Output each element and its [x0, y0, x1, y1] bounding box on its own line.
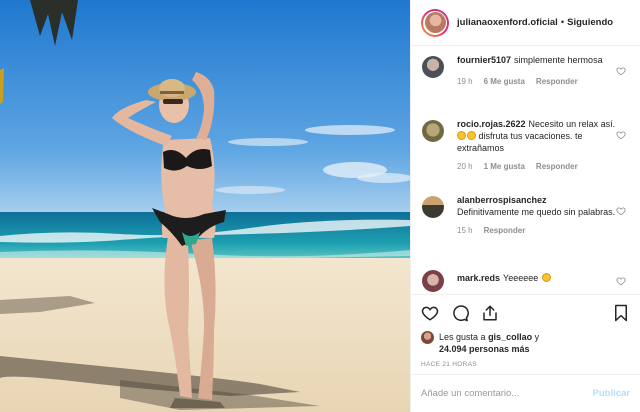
- comment-like-count[interactable]: 1 Me gusta: [484, 161, 525, 173]
- comment-like-count[interactable]: 6 Me gusta: [484, 76, 525, 88]
- comment-username[interactable]: fournier5107: [457, 55, 511, 65]
- comment-text: Definitivamente me quedo sin palabras.: [457, 207, 616, 217]
- commenter-avatar[interactable]: [422, 196, 444, 218]
- header-separator: •: [560, 17, 565, 28]
- heart-icon[interactable]: [421, 304, 439, 322]
- comment-username[interactable]: mark.reds: [457, 273, 500, 283]
- likes-text: Les gusta a gis_collao y 24.094 personas…: [439, 331, 549, 355]
- comment-username[interactable]: rocio.rojas.2622: [457, 119, 526, 129]
- comment-item: mark.reds Yeeeeee: [411, 268, 640, 292]
- share-icon[interactable]: [481, 304, 499, 322]
- add-comment-bar: Publicar: [411, 374, 640, 412]
- comment-text: Yeeeeee: [503, 273, 539, 283]
- post-header: julianaoxenford.oficial • Siguiendo: [411, 0, 640, 46]
- commenter-avatar[interactable]: [422, 120, 444, 142]
- likes-summary: Les gusta a gis_collao y 24.094 personas…: [421, 331, 630, 355]
- comment-time[interactable]: 20 h: [457, 161, 473, 173]
- liker-username[interactable]: gis_collao: [488, 332, 532, 342]
- comment-body: mark.reds Yeeeeee: [457, 272, 622, 292]
- commenter-avatar[interactable]: [422, 270, 444, 292]
- heart-icon[interactable]: [616, 130, 626, 140]
- story-ring[interactable]: [421, 8, 449, 37]
- following-button[interactable]: Siguiendo: [567, 17, 613, 28]
- comment-body: fournier5107 simplemente hermosa 19 h 6 M…: [457, 54, 622, 88]
- emoji-icon: [467, 131, 476, 140]
- post-timestamp[interactable]: HACE 21 HORAS: [421, 361, 630, 368]
- heart-icon[interactable]: [616, 206, 626, 216]
- comment-text: Necesito un relax así.: [528, 119, 616, 129]
- comment-item: fournier5107 simplemente hermosa 19 h 6 M…: [411, 54, 640, 88]
- comment-item: rocio.rojas.2622 Necesito un relax así. d…: [411, 118, 640, 173]
- liker-avatar[interactable]: [421, 331, 434, 344]
- comment-text: simplemente hermosa: [514, 55, 603, 65]
- post-actions: Les gusta a gis_collao y 24.094 personas…: [411, 294, 640, 368]
- reply-button[interactable]: Responder: [484, 225, 526, 237]
- author-username[interactable]: julianaoxenford.oficial: [457, 17, 558, 28]
- avatar-frame: [423, 10, 447, 35]
- comment-body: rocio.rojas.2622 Necesito un relax así. d…: [457, 118, 622, 173]
- comment-item: alanberrospisanchez Definitivamente me q…: [411, 194, 640, 237]
- reply-button[interactable]: Responder: [536, 161, 578, 173]
- heart-icon[interactable]: [616, 66, 626, 76]
- comment-meta: 19 h 6 Me gusta Responder: [457, 76, 622, 88]
- beach-photo-image: [0, 0, 410, 412]
- comments-list[interactable]: fournier5107 simplemente hermosa 19 h 6 M…: [411, 46, 640, 294]
- comment-meta: 15 h Responder: [457, 225, 622, 237]
- publish-button[interactable]: Publicar: [593, 388, 631, 399]
- commenter-avatar[interactable]: [422, 56, 444, 78]
- comment-time[interactable]: 15 h: [457, 225, 473, 237]
- action-icons-row: [421, 301, 630, 325]
- heart-icon[interactable]: [616, 276, 626, 286]
- comment-time[interactable]: 19 h: [457, 76, 473, 88]
- emoji-icon: [457, 131, 466, 140]
- bookmark-icon[interactable]: [612, 304, 630, 322]
- likes-count[interactable]: 24.094 personas más: [439, 344, 530, 354]
- emoji-icon: [541, 273, 551, 282]
- comment-username[interactable]: alanberrospisanchez: [457, 194, 619, 206]
- author-avatar[interactable]: [424, 12, 446, 33]
- post-side-panel: julianaoxenford.oficial • Siguiendo four…: [410, 0, 640, 412]
- comment-meta: 20 h 1 Me gusta Responder: [457, 161, 622, 173]
- comment-body: alanberrospisanchez Definitivamente me q…: [457, 194, 622, 237]
- post-photo[interactable]: [0, 0, 410, 412]
- likes-connector: y: [534, 332, 540, 342]
- reply-button[interactable]: Responder: [536, 76, 578, 88]
- comment-input[interactable]: [421, 388, 593, 399]
- likes-prefix: Les gusta a: [439, 332, 486, 342]
- comment-text-continued: disfruta tus vacaciones. te extrañamos: [457, 131, 583, 153]
- comment-icon[interactable]: [451, 304, 469, 322]
